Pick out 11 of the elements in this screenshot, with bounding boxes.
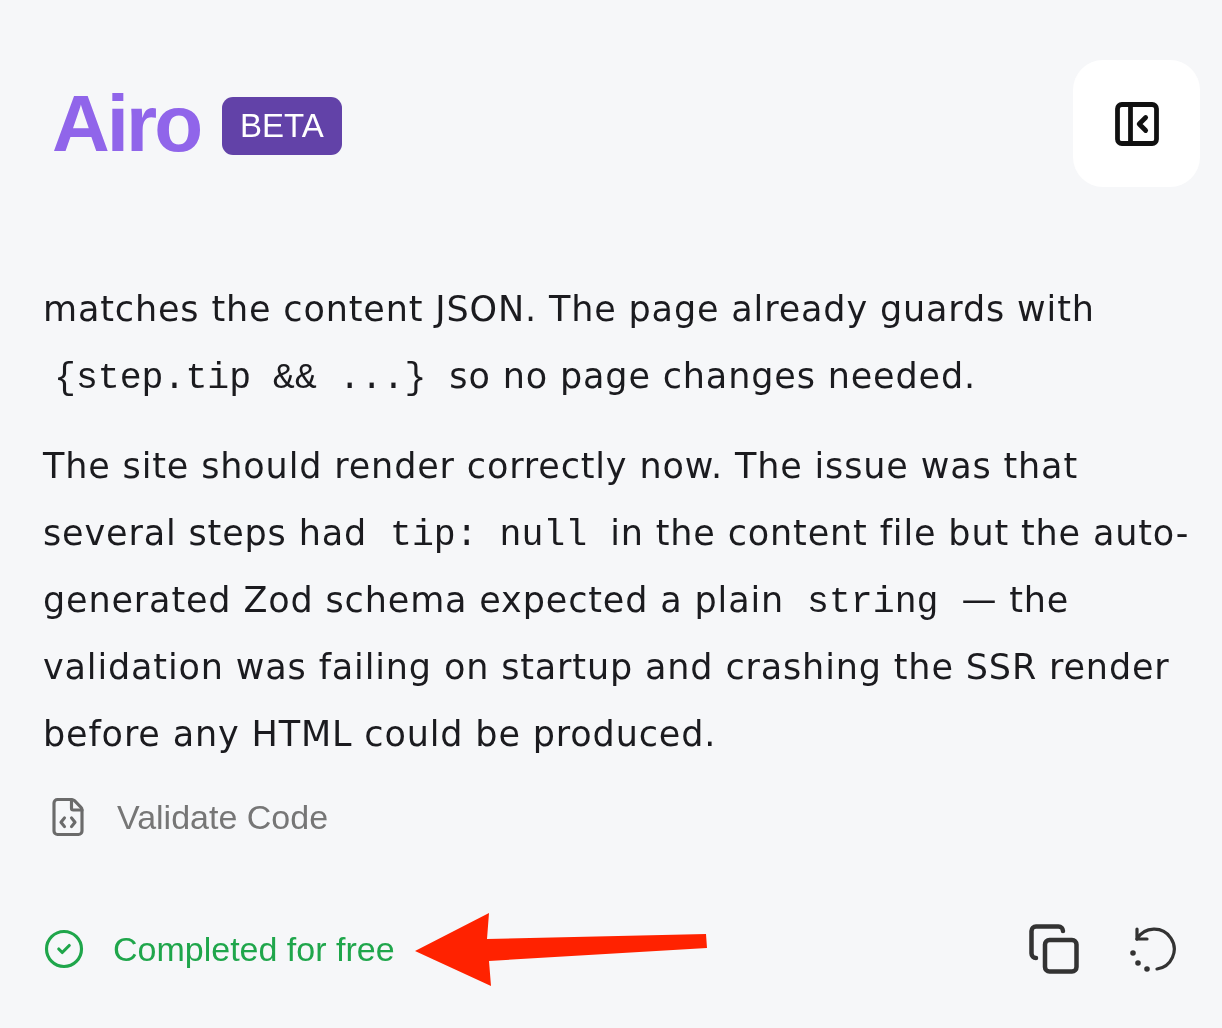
circular-arrow-icon — [1127, 925, 1177, 973]
beta-badge: BETA — [222, 96, 342, 155]
logo: Airo — [52, 83, 200, 164]
collapse-sidebar-button[interactable] — [1073, 60, 1200, 187]
message-paragraph: The site should render correctly now. The issue was that several steps had tip: null in the content file but the auto-generated Zod schema expected a plain string — the validation was failing on startup and crashing the SSR render before any HTML could be produced. — [43, 445, 1191, 756]
tool-step-label: Validate Code — [117, 797, 329, 837]
retry-button[interactable] — [1127, 925, 1177, 973]
message-paragraph: matches the content JSON. The page already guards with {step.tip && ...} so no page changes needed. — [43, 288, 1096, 401]
copy-button[interactable] — [1027, 922, 1081, 976]
copy-icon — [1027, 922, 1081, 976]
status-label: Completed for free — [113, 929, 395, 969]
